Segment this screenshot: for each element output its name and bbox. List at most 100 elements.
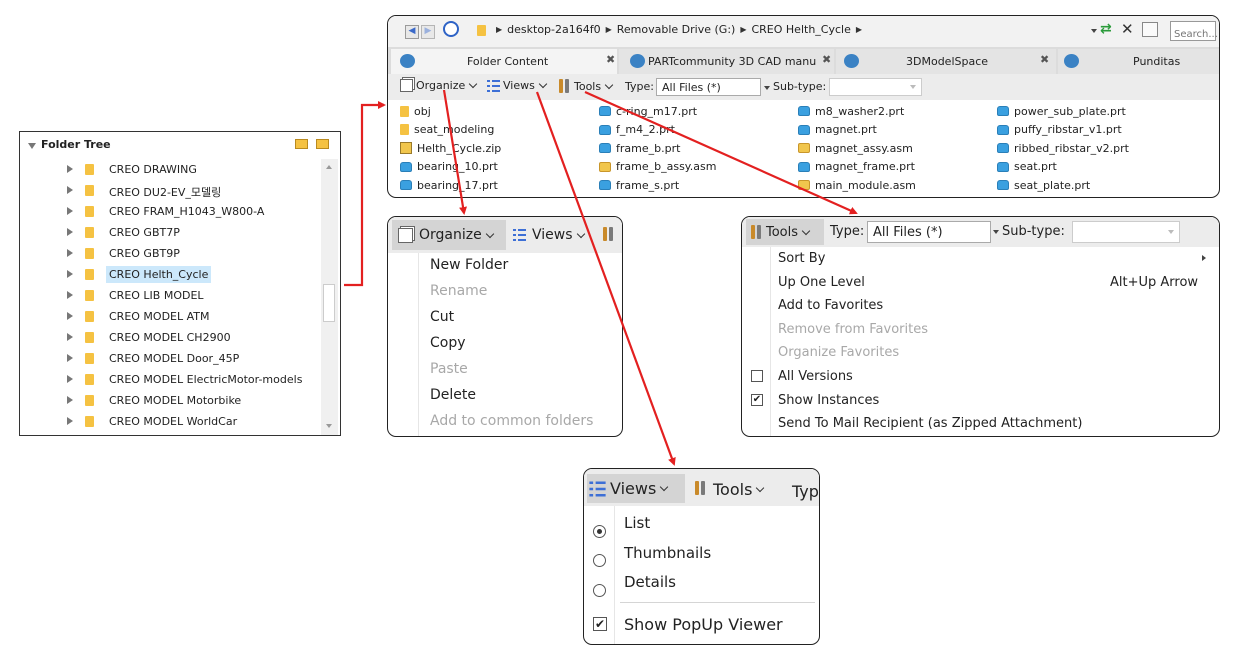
views-button[interactable]: Views bbox=[587, 474, 685, 503]
close-icon[interactable]: ✕ bbox=[1121, 20, 1134, 38]
file-item[interactable]: c-ring_m17.prt bbox=[599, 102, 697, 120]
tools-menu-item[interactable]: Send To Mail Recipient (as Zipped Attach… bbox=[742, 412, 1219, 435]
scroll-down-icon[interactable] bbox=[326, 424, 332, 428]
organize-menu-item[interactable]: Delete bbox=[388, 383, 622, 409]
view-radio[interactable] bbox=[593, 554, 606, 567]
tab-close-icon[interactable]: ✖ bbox=[1040, 53, 1049, 66]
tools-button[interactable]: Tools bbox=[558, 79, 614, 93]
file-item[interactable]: bearing_10.prt bbox=[400, 158, 498, 176]
tree-scrollbar[interactable] bbox=[321, 159, 338, 435]
folder-tree-item[interactable]: CREO LIB MODEL bbox=[20, 285, 320, 306]
tab-partcommunity[interactable]: PARTcommunity 3D CAD manu ✖ bbox=[619, 49, 834, 74]
show-popup-viewer-item[interactable]: ✔ Show PopUp Viewer bbox=[584, 613, 819, 637]
tools-menu-item[interactable]: ✔ Show Instances bbox=[742, 389, 1219, 412]
file-item[interactable]: frame_b_assy.asm bbox=[599, 158, 716, 176]
organize-menu-item[interactable]: Add to common folders bbox=[388, 409, 622, 435]
subtype-select[interactable] bbox=[829, 78, 922, 96]
expand-icon[interactable] bbox=[67, 396, 73, 404]
type-dropdown-icon[interactable] bbox=[764, 86, 770, 90]
file-item[interactable]: f_m4_2.prt bbox=[599, 121, 675, 139]
tools-menu-item[interactable]: Remove from Favorites bbox=[742, 318, 1219, 341]
file-item[interactable]: puffy_ribstar_v1.prt bbox=[997, 121, 1122, 139]
expand-icon[interactable] bbox=[67, 354, 73, 362]
scroll-up-icon[interactable] bbox=[326, 165, 332, 169]
type-select[interactable]: All Files (*) bbox=[867, 221, 991, 243]
organize-menu-item[interactable]: Paste bbox=[388, 357, 622, 383]
breadcrumb-item[interactable]: desktop-2a164f0 bbox=[507, 23, 600, 36]
folder-tree-item[interactable]: CREO MODEL Motorbike bbox=[20, 390, 320, 411]
file-item[interactable]: seat.prt bbox=[997, 158, 1057, 176]
views-button[interactable]: Views bbox=[487, 79, 548, 92]
view-radio[interactable] bbox=[593, 524, 606, 538]
folder-tree-item[interactable]: CREO MODEL ElectricMotor-models bbox=[20, 369, 320, 390]
folder-tree-item[interactable]: CREO MODEL WorldCar bbox=[20, 411, 320, 432]
folder-tree-item[interactable]: CREO MODEL ATM bbox=[20, 306, 320, 327]
tools-menu-checkbox[interactable]: ✔ bbox=[751, 393, 763, 406]
tab-close-icon[interactable]: ✖ bbox=[606, 53, 615, 66]
folder-tree-item[interactable]: CREO Helth_Cycle bbox=[20, 264, 320, 285]
breadcrumb-item[interactable]: CREO Helth_Cycle bbox=[751, 23, 850, 36]
expand-icon[interactable] bbox=[67, 228, 73, 236]
type-select[interactable]: All Files (*) bbox=[656, 78, 761, 96]
file-item[interactable]: magnet.prt bbox=[798, 121, 877, 139]
scroll-thumb[interactable] bbox=[323, 284, 335, 322]
subtype-select[interactable] bbox=[1072, 221, 1180, 243]
expand-icon[interactable] bbox=[67, 270, 73, 278]
expand-icon[interactable] bbox=[67, 291, 73, 299]
folder-tree-item[interactable]: CREO GBT9P bbox=[20, 243, 320, 264]
file-item[interactable]: frame_s.prt bbox=[599, 176, 679, 194]
tools-menu-item[interactable]: Organize Favorites bbox=[742, 341, 1219, 364]
views-menu-option[interactable]: Details bbox=[584, 569, 819, 597]
views-menu-option[interactable]: Thumbnails bbox=[584, 540, 819, 568]
file-item[interactable]: obj bbox=[400, 102, 431, 120]
organize-menu-item[interactable]: Rename bbox=[388, 279, 622, 305]
back-button[interactable]: ◀ bbox=[405, 25, 419, 39]
tools-menu-item[interactable]: Add to Favorites bbox=[742, 294, 1219, 317]
collapse-icon[interactable] bbox=[28, 143, 36, 149]
new-folder-icon[interactable] bbox=[295, 139, 308, 149]
tools-button[interactable]: Tools bbox=[746, 219, 824, 245]
show-popup-viewer-checkbox[interactable]: ✔ bbox=[593, 617, 607, 631]
folder-tree-item[interactable]: CREO GBT7P bbox=[20, 222, 320, 243]
folder-tree-item[interactable]: CREO DRAWING bbox=[20, 159, 320, 180]
breadcrumb-dropdown-icon[interactable] bbox=[1091, 29, 1097, 33]
file-item[interactable]: magnet_frame.prt bbox=[798, 158, 915, 176]
file-item[interactable]: main_module.asm bbox=[798, 176, 916, 194]
organize-button[interactable]: Organize bbox=[400, 79, 478, 92]
tab-folder-content[interactable]: Folder Content ✖ bbox=[391, 49, 617, 74]
organize-menu-item[interactable]: Copy bbox=[388, 331, 622, 357]
file-item[interactable]: magnet_assy.asm bbox=[798, 139, 913, 157]
file-item[interactable]: frame_b.prt bbox=[599, 139, 680, 157]
expand-icon[interactable] bbox=[67, 186, 73, 194]
tab-punditas[interactable]: Punditas bbox=[1058, 49, 1219, 74]
refresh-icon[interactable]: ⇄ bbox=[1100, 21, 1112, 37]
file-item[interactable]: bearing_17.prt bbox=[400, 176, 498, 194]
organize-menu-item[interactable]: New Folder bbox=[388, 253, 622, 279]
file-item[interactable]: Helth_Cycle.zip bbox=[400, 139, 501, 157]
views-menu-option[interactable]: List bbox=[584, 510, 819, 538]
tools-menu-item[interactable]: All Versions bbox=[742, 365, 1219, 388]
view-radio[interactable] bbox=[593, 583, 606, 597]
tab-3dmodelspace[interactable]: 3DModelSpace ✖ bbox=[836, 49, 1056, 74]
file-item[interactable]: m8_washer2.prt bbox=[798, 102, 904, 120]
history-icon[interactable] bbox=[443, 21, 459, 37]
folder-tree-item[interactable]: CREO DU2-EV_모델링 bbox=[20, 180, 320, 201]
views-button[interactable]: Views bbox=[513, 227, 586, 243]
folder-tree-item[interactable]: CREO MODEL CH2900 bbox=[20, 327, 320, 348]
file-item[interactable]: ribbed_ribstar_v2.prt bbox=[997, 139, 1129, 157]
forward-button[interactable]: ▶ bbox=[421, 25, 435, 39]
folder-tree-item[interactable]: CREO FRAM_H1043_W800-A bbox=[20, 201, 320, 222]
expand-icon[interactable] bbox=[67, 165, 73, 173]
expand-icon[interactable] bbox=[67, 333, 73, 341]
remove-folder-icon[interactable] bbox=[316, 139, 329, 149]
tools-menu-checkbox[interactable] bbox=[751, 370, 763, 382]
file-item[interactable]: power_sub_plate.prt bbox=[997, 102, 1126, 120]
tools-button[interactable]: Tools bbox=[694, 480, 765, 499]
file-item[interactable]: seat_plate.prt bbox=[997, 176, 1090, 194]
home-icon[interactable] bbox=[1142, 22, 1158, 37]
file-item[interactable]: seat_modeling bbox=[400, 121, 494, 139]
expand-icon[interactable] bbox=[67, 375, 73, 383]
expand-icon[interactable] bbox=[67, 249, 73, 257]
breadcrumb-item[interactable]: Removable Drive (G:) bbox=[617, 23, 736, 36]
search-input[interactable] bbox=[1171, 25, 1218, 44]
